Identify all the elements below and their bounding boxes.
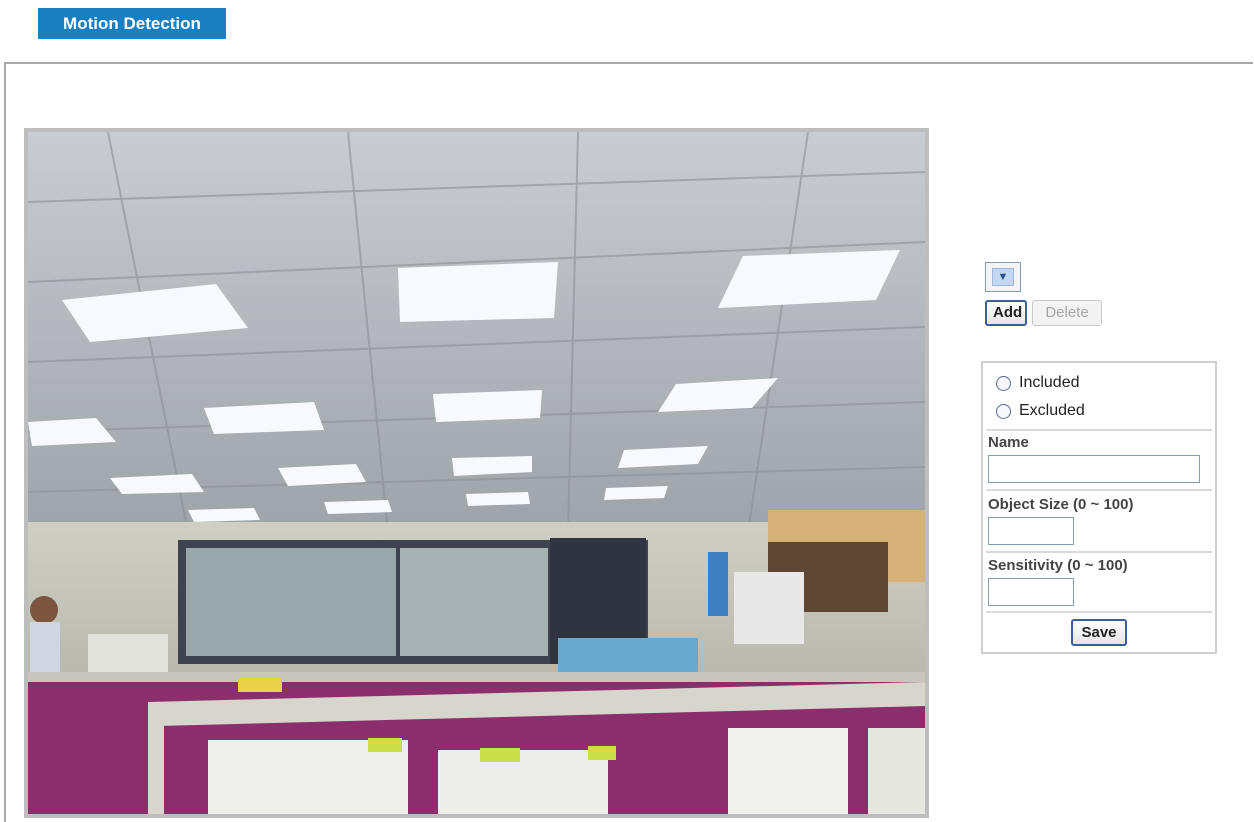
add-region-button[interactable]: Add: [985, 300, 1027, 326]
camera-view[interactable]: [24, 128, 929, 818]
delete-region-button[interactable]: Delete: [1032, 300, 1102, 326]
included-label: Included: [1019, 374, 1080, 391]
included-option[interactable]: Included: [996, 371, 1080, 395]
object-size-section: Object Size (0 ~ 100): [986, 491, 1212, 553]
excluded-option[interactable]: Excluded: [996, 399, 1085, 423]
region-mode-section: Included Excluded: [986, 363, 1212, 431]
save-button[interactable]: Save: [1071, 619, 1127, 646]
included-radio[interactable]: [996, 375, 1011, 391]
sensitivity-section: Sensitivity (0 ~ 100): [986, 553, 1212, 613]
region-select[interactable]: ▼: [985, 262, 1021, 292]
page-title-tab: Motion Detection: [38, 8, 226, 39]
object-size-input[interactable]: [988, 517, 1074, 545]
excluded-label: Excluded: [1019, 402, 1085, 419]
chevron-down-icon[interactable]: ▼: [992, 268, 1014, 286]
name-section: Name: [986, 431, 1212, 491]
name-input[interactable]: [988, 455, 1200, 483]
camera-feed-image: [28, 132, 925, 814]
sensitivity-input[interactable]: [988, 578, 1074, 606]
excluded-radio[interactable]: [996, 403, 1011, 419]
sensitivity-label: Sensitivity (0 ~ 100): [988, 557, 1128, 574]
name-label: Name: [988, 434, 1029, 451]
region-settings-form: Included Excluded Name Object Size (0 ~ …: [981, 361, 1217, 654]
object-size-label: Object Size (0 ~ 100): [988, 496, 1134, 513]
